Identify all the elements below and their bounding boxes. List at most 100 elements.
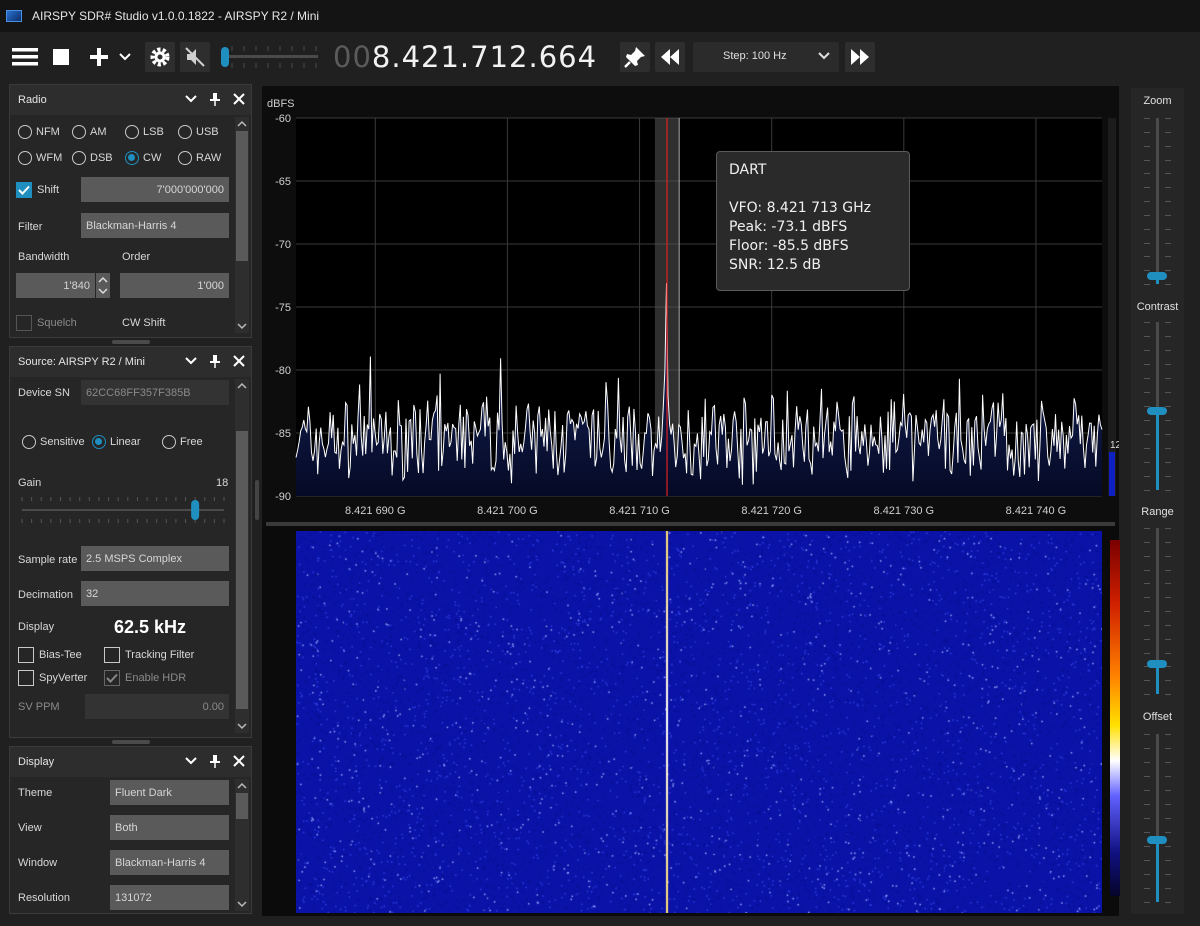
spectrum-chart[interactable]: -60 -65 -70 -75 -80 -85 -90 8.421 690 G 8.421 70… (262, 86, 1119, 522)
radio-panel-scrollbar[interactable] (235, 117, 249, 333)
mode-radio-wfm[interactable]: WFM (18, 151, 62, 165)
volume-slider[interactable] (216, 42, 320, 72)
radio-raw-circle (178, 151, 192, 165)
tracking-filter-checkbox[interactable]: Tracking Filter (104, 647, 194, 663)
mode-radio-lsb[interactable]: LSB (125, 125, 164, 139)
decimation-select[interactable]: 32 (81, 581, 229, 606)
device-sn-field: 62CC68FF357F385B (81, 380, 229, 405)
step-back-button[interactable] (655, 42, 685, 72)
pin-icon[interactable] (209, 754, 221, 768)
display-panel-scrollbar[interactable] (235, 779, 249, 911)
stepper-arrows-icon (98, 276, 108, 295)
source-panel-scrollbar[interactable] (235, 379, 249, 733)
offset-slider-thumb[interactable] (1147, 835, 1167, 844)
waterfall-area[interactable] (262, 526, 1120, 916)
contrast-slider-thumb[interactable] (1147, 407, 1167, 416)
close-icon[interactable] (233, 754, 245, 768)
stop-button[interactable] (48, 42, 74, 72)
slider-tick (1144, 256, 1171, 258)
chevron-down-icon[interactable] (185, 354, 197, 368)
mode-radio-nfm[interactable]: NFM (18, 125, 60, 139)
bias-tee-checkbox[interactable]: Bias-Tee (18, 647, 82, 663)
check-icon (16, 182, 32, 198)
contrast-slider[interactable] (1131, 322, 1184, 491)
radio-panel-scroll-thumb[interactable] (236, 131, 248, 261)
x-tick-label: 8.421 730 G (874, 505, 935, 517)
window-select[interactable]: Blackman-Harris 4 (110, 850, 229, 875)
chevron-down-icon[interactable] (185, 754, 197, 768)
x-tick-label: 8.421 740 G (1006, 505, 1067, 517)
gain-slider[interactable] (18, 495, 230, 525)
spyverter-checkbox[interactable]: SpyVerter (18, 670, 87, 686)
slider-tick (1144, 145, 1171, 147)
order-field[interactable]: 1'000 (120, 273, 229, 298)
pin-button[interactable] (620, 42, 650, 72)
sample-rate-select[interactable]: 2.5 MSPS Complex (81, 546, 229, 571)
shift-checkbox[interactable]: Shift (16, 182, 59, 198)
range-slider[interactable] (1131, 528, 1184, 695)
checkbox-box (18, 670, 34, 686)
shift-label: Shift (37, 184, 60, 196)
contrast-slider-fill (1156, 411, 1159, 490)
mode-radio-usb[interactable]: USB (178, 125, 219, 139)
frequency-display[interactable]: 008.421.712.664 (333, 40, 597, 74)
menu-button[interactable] (10, 42, 40, 72)
mute-button[interactable] (180, 42, 210, 72)
slider-tick (1144, 131, 1171, 133)
display-sliders-panel: Zoom Contrast Range Offset (1131, 88, 1184, 914)
gain-mode-radio-sensitive[interactable]: Sensitive (22, 435, 85, 449)
zoom-slider-thumb[interactable] (1147, 271, 1167, 280)
enable-hdr-checkbox[interactable]: Enable HDR (104, 670, 186, 686)
mode-radio-raw[interactable]: RAW (178, 151, 221, 165)
zoom-slider[interactable] (1131, 118, 1184, 285)
slider-tick (1144, 694, 1171, 695)
mode-radio-cw[interactable]: CW (125, 151, 161, 165)
mode-radio-dsb[interactable]: DSB (72, 151, 113, 165)
theme-select[interactable]: Fluent Dark (110, 780, 229, 805)
gain-value: 18 (216, 477, 229, 489)
close-icon[interactable] (233, 92, 245, 106)
x-tick-label: 8.421 690 G (345, 505, 406, 517)
cw-shift-label: CW Shift (122, 317, 166, 329)
bandwidth-field[interactable]: 1'840 (16, 273, 95, 298)
left-panel-splitter[interactable] (255, 480, 259, 520)
gain-mode-radio-free[interactable]: Free (162, 435, 203, 449)
offset-slider[interactable] (1131, 734, 1184, 903)
slider-tick (1144, 159, 1171, 161)
spectrum-view[interactable]: -60 -65 -70 -75 -80 -85 -90 8.421 690 G 8.421 70… (262, 86, 1120, 916)
add-dropdown-button[interactable] (117, 42, 133, 72)
range-slider-thumb[interactable] (1147, 660, 1167, 669)
squelch-checkbox[interactable]: Squelch (16, 315, 77, 331)
resolution-label: Resolution (18, 892, 70, 904)
pin-icon[interactable] (209, 92, 221, 106)
radio-am-circle (72, 125, 86, 139)
radio-panel-title: Radio (18, 94, 47, 106)
slider-tick (1144, 228, 1171, 230)
shift-field[interactable]: 7'000'000'000 (81, 177, 229, 202)
display-panel-scroll-thumb[interactable] (236, 793, 248, 819)
panel-splitter[interactable] (112, 740, 150, 744)
step-forward-button[interactable] (845, 42, 875, 72)
mode-radio-am[interactable]: AM (72, 125, 107, 139)
pin-icon[interactable] (209, 354, 221, 368)
bandwidth-stepper[interactable] (96, 273, 110, 298)
close-icon[interactable] (233, 354, 245, 368)
chevron-down-icon[interactable] (185, 92, 197, 106)
source-panel-scroll-thumb[interactable] (236, 431, 248, 709)
filter-select[interactable]: Blackman-Harris 4 (81, 213, 229, 238)
view-select[interactable]: Both (110, 815, 229, 840)
step-select[interactable]: Step: 100 Hz (693, 42, 839, 72)
sv-ppm-field: 0.00 (85, 694, 229, 719)
contrast-label: Contrast (1136, 301, 1179, 313)
slider-tick (1144, 322, 1171, 323)
panel-splitter[interactable] (112, 340, 150, 344)
gain-mode-radio-linear[interactable]: Linear (92, 435, 141, 449)
waterfall-canvas[interactable] (296, 531, 1102, 913)
radio-sensitive-label: Sensitive (40, 436, 85, 448)
add-button[interactable] (86, 42, 112, 72)
settings-button[interactable] (145, 42, 175, 72)
checkbox-box (16, 315, 32, 331)
slider-tick (1144, 583, 1171, 585)
offset-slider-fill (1156, 839, 1159, 902)
resolution-select[interactable]: 131072 (110, 885, 229, 910)
